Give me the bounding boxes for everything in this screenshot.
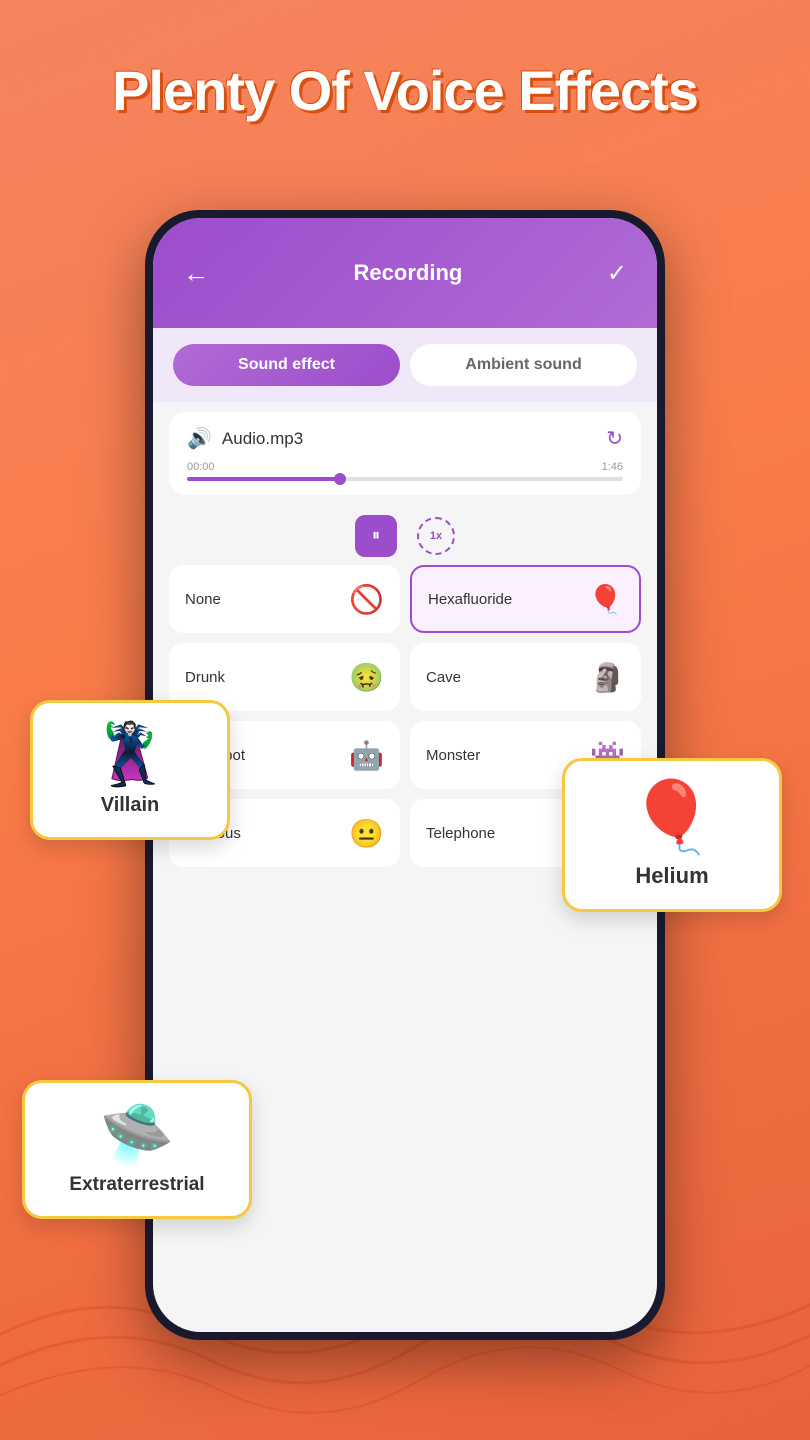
- extraterrestrial-label: Extraterrestrial: [45, 1174, 229, 1196]
- play-pause-button[interactable]: ⏸: [355, 515, 397, 557]
- screen-title: Recording: [354, 260, 463, 286]
- recording-header: ← Recording ✓: [153, 218, 657, 328]
- helium-label: Helium: [585, 863, 759, 889]
- audio-filename: Audio.mp3: [222, 429, 596, 449]
- villain-card: 🦹 Villain: [30, 700, 230, 840]
- progress-thumb[interactable]: [334, 473, 346, 485]
- helium-card: 🎈 Helium: [562, 758, 782, 912]
- progress-bar[interactable]: [187, 477, 623, 481]
- page-title: Plenty Of Voice Effects: [40, 60, 770, 122]
- audio-icon: 🔊: [187, 426, 212, 451]
- time-start: 00:00: [187, 461, 215, 473]
- back-button[interactable]: ←: [183, 258, 209, 289]
- tab-ambient-sound[interactable]: Ambient sound: [410, 344, 637, 386]
- speed-button[interactable]: 1x: [417, 517, 455, 555]
- extraterrestrial-emoji: 🛸: [45, 1099, 229, 1170]
- villain-label: Villain: [53, 794, 207, 817]
- tab-sound-effect[interactable]: Sound effect: [173, 344, 400, 386]
- villain-emoji: 🦹: [53, 719, 207, 790]
- confirm-button[interactable]: ✓: [607, 259, 627, 288]
- effect-none[interactable]: None 🚫: [169, 565, 400, 633]
- helium-balloon-icon: 🎈: [585, 777, 759, 859]
- refresh-icon[interactable]: ↻: [606, 426, 623, 451]
- audio-player: 🔊 Audio.mp3 ↻ 00:00 1:46: [169, 412, 641, 495]
- progress-fill: [187, 477, 340, 481]
- time-end: 1:46: [602, 461, 623, 473]
- progress-section: 00:00 1:46: [187, 461, 623, 481]
- extraterrestrial-card: 🛸 Extraterrestrial: [22, 1080, 252, 1219]
- tab-section: Sound effect Ambient sound: [153, 328, 657, 402]
- effect-cave[interactable]: Cave 🗿: [410, 643, 641, 711]
- effect-hexafluoride[interactable]: Hexafluoride 🎈: [410, 565, 641, 633]
- controls-row: ⏸ 1x: [153, 505, 657, 561]
